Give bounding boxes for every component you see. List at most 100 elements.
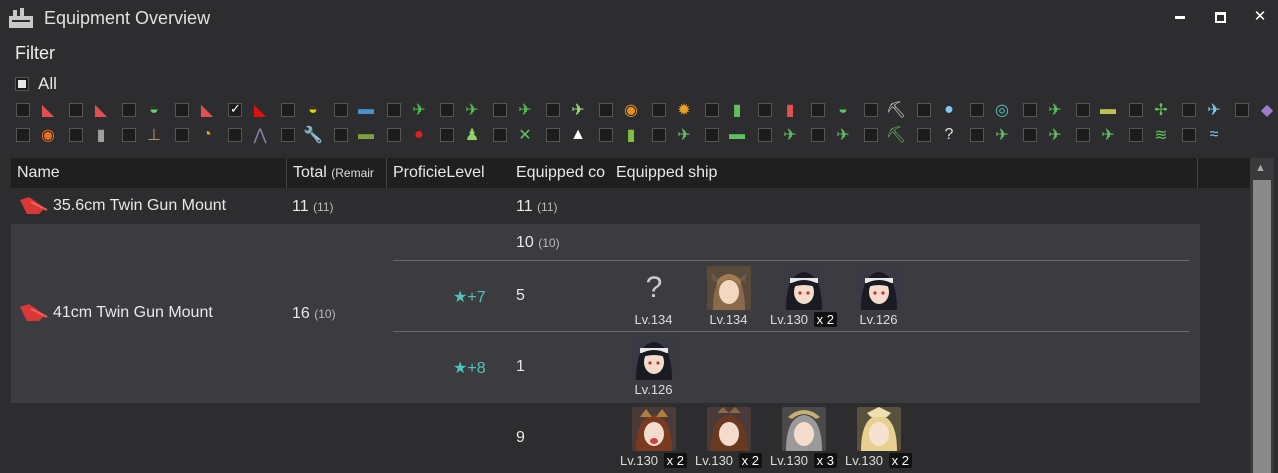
filter-checkbox[interactable] — [493, 128, 507, 142]
filter-checkbox[interactable] — [811, 103, 825, 117]
filter-checkbox[interactable] — [1023, 128, 1037, 142]
filter-item[interactable]: ⋀ — [228, 123, 281, 147]
filter-item[interactable]: ✈ — [546, 98, 599, 122]
filter-item[interactable]: ◣ — [69, 98, 122, 122]
filter-checkbox[interactable] — [1076, 103, 1090, 117]
filter-checkbox[interactable] — [122, 128, 136, 142]
filter-checkbox[interactable] — [16, 128, 30, 142]
filter-item[interactable]: ✈ — [440, 98, 493, 122]
column-header-equipped-count[interactable]: Equipped co — [510, 158, 610, 188]
filter-checkbox[interactable] — [1076, 128, 1090, 142]
filter-checkbox[interactable] — [599, 128, 613, 142]
filter-item[interactable]: ◒ — [811, 98, 864, 122]
ship-card[interactable]: Lv.130 x 2 — [691, 407, 766, 473]
filter-checkbox[interactable] — [546, 103, 560, 117]
filter-checkbox[interactable] — [970, 128, 984, 142]
filter-all-checkbox[interactable] — [15, 77, 29, 91]
filter-item[interactable]: ◣ — [16, 98, 69, 122]
filter-item[interactable]: ♟ — [440, 123, 493, 147]
filter-checkbox[interactable] — [811, 128, 825, 142]
scroll-up-icon[interactable]: ▲ — [1255, 162, 1266, 174]
ship-card[interactable]: Lv.130 x 3 — [766, 407, 841, 473]
filter-item[interactable]: ⛏ — [864, 123, 917, 147]
filter-item[interactable]: ▬ — [1076, 98, 1129, 122]
filter-item[interactable]: ▮ — [599, 123, 652, 147]
filter-checkbox[interactable] — [387, 128, 401, 142]
filter-item[interactable]: ▮ — [758, 98, 811, 122]
filter-item[interactable]: 🔧 — [281, 123, 334, 147]
filter-checkbox[interactable] — [440, 128, 454, 142]
filter-item[interactable]: ≈ — [1182, 123, 1235, 147]
filter-checkbox[interactable] — [493, 103, 507, 117]
filter-checkbox[interactable] — [705, 103, 719, 117]
filter-item[interactable]: ◉ — [599, 98, 652, 122]
filter-item[interactable]: ≋ — [1129, 123, 1182, 147]
filter-checkbox[interactable] — [281, 128, 295, 142]
filter-item[interactable]: ▲ — [546, 123, 599, 147]
filter-checkbox[interactable] — [1129, 103, 1143, 117]
column-header-total[interactable]: Total (Remair — [287, 158, 387, 188]
filter-checkbox[interactable] — [917, 128, 931, 142]
filter-checkbox[interactable] — [599, 103, 613, 117]
filter-checkbox[interactable] — [334, 128, 348, 142]
filter-checkbox[interactable] — [1129, 128, 1143, 142]
filter-item[interactable]: ▬ — [705, 123, 758, 147]
filter-item[interactable]: ✈ — [811, 123, 864, 147]
filter-item[interactable]: ◆ — [1235, 98, 1278, 122]
filter-checkbox[interactable] — [705, 128, 719, 142]
column-header-equipped-ship[interactable]: Equipped ship — [610, 158, 1198, 188]
scrollbar-thumb[interactable] — [1253, 180, 1271, 473]
filter-item[interactable]: ◉ — [16, 123, 69, 147]
filter-item[interactable]: ◎ — [970, 98, 1023, 122]
filter-checkbox[interactable] — [122, 103, 136, 117]
filter-item[interactable]: ✢ — [1129, 98, 1182, 122]
filter-checkbox[interactable] — [864, 103, 878, 117]
filter-checkbox[interactable] — [917, 103, 931, 117]
filter-item[interactable]: ◣ — [175, 98, 228, 122]
filter-item[interactable]: ⊥ — [122, 123, 175, 147]
column-header-name[interactable]: Name — [11, 158, 287, 188]
filter-checkbox[interactable] — [970, 103, 984, 117]
filter-item[interactable]: ✈ — [1076, 123, 1129, 147]
filter-checkbox[interactable] — [334, 103, 348, 117]
table-row[interactable]: 9 Lv.130 x 2 Lv.130 x 2 Lv.130 x 3 Lv.13… — [11, 403, 1200, 473]
filter-item[interactable]: ◣ — [228, 98, 281, 122]
vertical-scrollbar[interactable]: ▲ — [1250, 158, 1274, 473]
filter-checkbox[interactable] — [228, 128, 242, 142]
filter-item[interactable]: ✈ — [970, 123, 1023, 147]
filter-checkbox[interactable] — [440, 103, 454, 117]
filter-checkbox[interactable] — [1182, 128, 1196, 142]
filter-checkbox[interactable] — [387, 103, 401, 117]
filter-checkbox[interactable] — [1235, 103, 1249, 117]
column-header-proficiency-level[interactable]: ProficieLevel — [387, 158, 510, 188]
filter-checkbox[interactable] — [758, 103, 772, 117]
filter-item[interactable]: ▬ — [334, 123, 387, 147]
filter-item[interactable]: ✕ — [493, 123, 546, 147]
filter-checkbox[interactable] — [69, 128, 83, 142]
filter-checkbox[interactable] — [1182, 103, 1196, 117]
filter-checkbox[interactable] — [1023, 103, 1037, 117]
filter-checkbox[interactable] — [281, 103, 295, 117]
filter-checkbox[interactable] — [175, 103, 189, 117]
filter-checkbox[interactable] — [864, 128, 878, 142]
minimize-button[interactable] — [1168, 6, 1192, 28]
filter-checkbox[interactable] — [652, 128, 666, 142]
ship-card[interactable]: Lv.134 — [691, 266, 766, 332]
filter-checkbox[interactable] — [69, 103, 83, 117]
filter-checkbox[interactable] — [175, 128, 189, 142]
filter-item[interactable]: ✈ — [758, 123, 811, 147]
close-button[interactable]: ✕ — [1248, 6, 1272, 28]
filter-checkbox[interactable] — [16, 103, 30, 117]
filter-item[interactable]: ✈ — [1023, 123, 1076, 147]
filter-item[interactable]: ⛏ — [864, 98, 917, 122]
ship-card[interactable]: Lv.130 x 2 — [616, 407, 691, 473]
filter-item[interactable]: ✈ — [652, 123, 705, 147]
filter-item[interactable]: ◒ — [281, 98, 334, 122]
ship-card[interactable]: Lv.126 — [841, 266, 916, 332]
filter-item[interactable]: ● — [917, 98, 970, 122]
filter-item[interactable]: ? — [917, 123, 970, 147]
filter-checkbox[interactable] — [758, 128, 772, 142]
filter-item[interactable]: ▮ — [69, 123, 122, 147]
filter-checkbox[interactable] — [546, 128, 560, 142]
filter-item[interactable]: ◒ — [122, 98, 175, 122]
